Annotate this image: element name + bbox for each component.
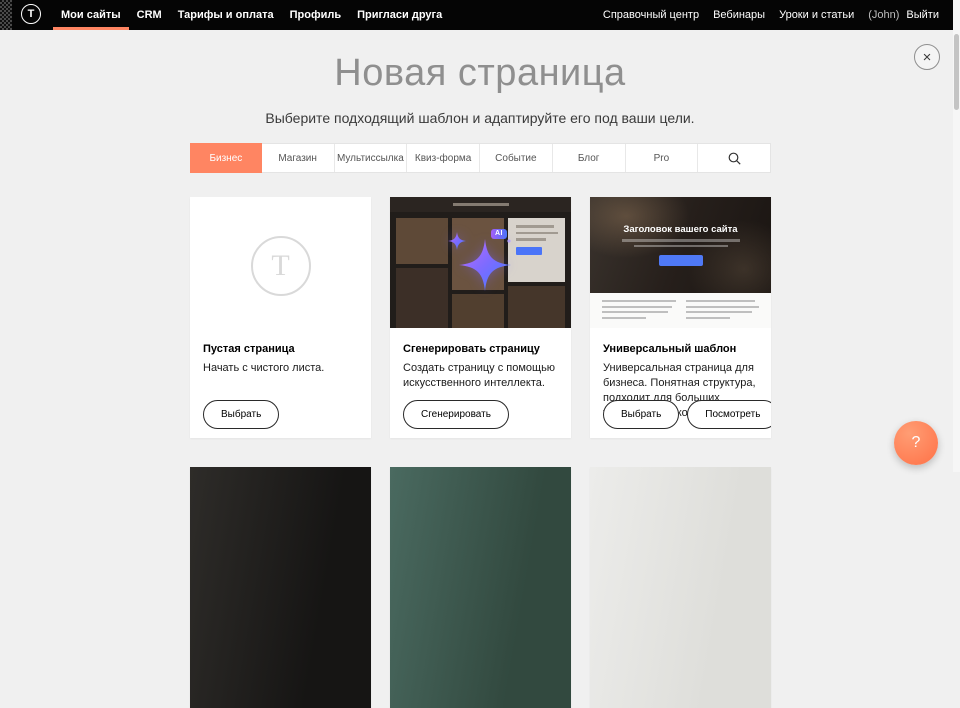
template-card[interactable] bbox=[590, 467, 771, 708]
scrollbar-thumb[interactable] bbox=[954, 34, 959, 110]
card-description: Начать с чистого листа. bbox=[203, 361, 358, 376]
card-title: Сгенерировать страницу bbox=[403, 343, 558, 355]
template-preview-image bbox=[590, 467, 771, 708]
text-placeholder-column bbox=[602, 300, 676, 328]
tilda-logo[interactable]: T bbox=[21, 4, 41, 24]
template-grid: T Пустая страница Начать с чистого листа… bbox=[190, 197, 771, 438]
tab-pro[interactable]: Pro bbox=[626, 144, 699, 172]
nav-webinars[interactable]: Вебинары bbox=[706, 0, 772, 30]
template-category-tabs: Бизнес Магазин Мультиссылка Квиз-форма С… bbox=[190, 143, 771, 173]
nav-invite-friend[interactable]: Пригласи друга bbox=[349, 0, 450, 30]
tab-blog[interactable]: Блог bbox=[553, 144, 626, 172]
scrollbar[interactable] bbox=[953, 0, 960, 472]
card-actions: Сгенерировать bbox=[403, 400, 509, 429]
select-blank-button[interactable]: Выбрать bbox=[203, 400, 279, 429]
search-icon bbox=[727, 151, 742, 166]
preview-photo-tile bbox=[452, 294, 504, 328]
preview-blue-button bbox=[659, 255, 703, 266]
secondary-menu: Справочный центр Вебинары Уроки и статьи… bbox=[596, 0, 960, 30]
template-preview-image bbox=[390, 467, 571, 708]
text-placeholder-line bbox=[686, 311, 752, 313]
generate-button[interactable]: Сгенерировать bbox=[403, 400, 509, 429]
tab-multilink[interactable]: Мультиссылка bbox=[335, 144, 408, 172]
page-subtitle: Выберите подходящий шаблон и адаптируйте… bbox=[0, 110, 960, 126]
text-placeholder-line bbox=[602, 300, 676, 302]
tab-shop[interactable]: Магазин bbox=[262, 144, 335, 172]
card-description: Создать страницу с помощью искусственног… bbox=[403, 361, 558, 391]
page-title: Новая страница bbox=[0, 52, 960, 95]
preview-mini-topbar bbox=[390, 197, 571, 212]
preview-text-section bbox=[590, 293, 771, 328]
tab-business[interactable]: Бизнес bbox=[190, 143, 262, 173]
preview-hero: Заголовок вашего сайта bbox=[590, 197, 771, 293]
nav-crm[interactable]: CRM bbox=[129, 0, 170, 30]
main-menu: Мои сайты CRM Тарифы и оплата Профиль Пр… bbox=[53, 0, 450, 30]
texture-decoration bbox=[0, 0, 12, 30]
tab-search[interactable] bbox=[698, 144, 770, 172]
template-card[interactable] bbox=[390, 467, 571, 708]
tilda-logo-letter: T bbox=[28, 8, 35, 20]
text-placeholder-line bbox=[634, 245, 728, 248]
select-universal-button[interactable]: Выбрать bbox=[603, 400, 679, 429]
ai-generate-preview: AI bbox=[390, 197, 571, 328]
universal-template-preview: Заголовок вашего сайта bbox=[590, 197, 771, 328]
help-button[interactable]: ? bbox=[894, 421, 938, 465]
template-card-ai-generate[interactable]: AI Сгенерировать страницу Создать страни… bbox=[390, 197, 571, 438]
card-body: Сгенерировать страницу Создать страницу … bbox=[390, 328, 571, 391]
card-actions: Выбрать bbox=[203, 400, 279, 429]
tilda-ring-logo-icon: T bbox=[251, 236, 311, 296]
template-preview-image bbox=[190, 467, 371, 708]
template-card-blank-page[interactable]: T Пустая страница Начать с чистого листа… bbox=[190, 197, 371, 438]
tab-quiz-form[interactable]: Квиз-форма bbox=[407, 144, 480, 172]
user-name: (John) bbox=[861, 0, 899, 30]
nav-help-center[interactable]: Справочный центр bbox=[596, 0, 706, 30]
blank-page-preview: T bbox=[190, 197, 371, 328]
ai-badge: AI bbox=[491, 229, 507, 239]
ai-sparkle-icon bbox=[435, 227, 527, 299]
text-placeholder-line bbox=[686, 306, 760, 308]
text-placeholder-line bbox=[602, 306, 672, 308]
tilda-ring-letter: T bbox=[271, 249, 289, 283]
text-placeholder-column bbox=[686, 300, 760, 328]
preview-hero-title: Заголовок вашего сайта bbox=[590, 197, 771, 235]
text-placeholder-line bbox=[686, 317, 730, 319]
text-placeholder-line bbox=[602, 317, 646, 319]
card-body: Пустая страница Начать с чистого листа. bbox=[190, 328, 371, 376]
tab-event[interactable]: Событие bbox=[480, 144, 553, 172]
logout-link[interactable]: Выйти bbox=[899, 0, 946, 30]
text-placeholder-line bbox=[602, 311, 668, 313]
nav-profile[interactable]: Профиль bbox=[282, 0, 349, 30]
nav-my-sites[interactable]: Мои сайты bbox=[53, 0, 129, 30]
text-placeholder-line bbox=[453, 203, 509, 206]
card-actions: Выбрать Посмотреть bbox=[603, 400, 771, 429]
text-placeholder-line bbox=[686, 300, 756, 302]
new-page-modal: × Новая страница Выберите подходящий шаб… bbox=[0, 30, 960, 472]
top-navigation-bar: T Мои сайты CRM Тарифы и оплата Профиль … bbox=[0, 0, 960, 30]
template-card[interactable] bbox=[190, 467, 371, 708]
text-placeholder-line bbox=[622, 239, 740, 242]
nav-pricing[interactable]: Тарифы и оплата bbox=[170, 0, 282, 30]
card-title: Универсальный шаблон bbox=[603, 343, 758, 355]
nav-lessons-articles[interactable]: Уроки и статьи bbox=[772, 0, 861, 30]
preview-universal-button[interactable]: Посмотреть bbox=[687, 400, 771, 429]
template-grid-row2 bbox=[190, 467, 771, 708]
template-card-universal[interactable]: Заголовок вашего сайта bbox=[590, 197, 771, 438]
card-title: Пустая страница bbox=[203, 343, 358, 355]
